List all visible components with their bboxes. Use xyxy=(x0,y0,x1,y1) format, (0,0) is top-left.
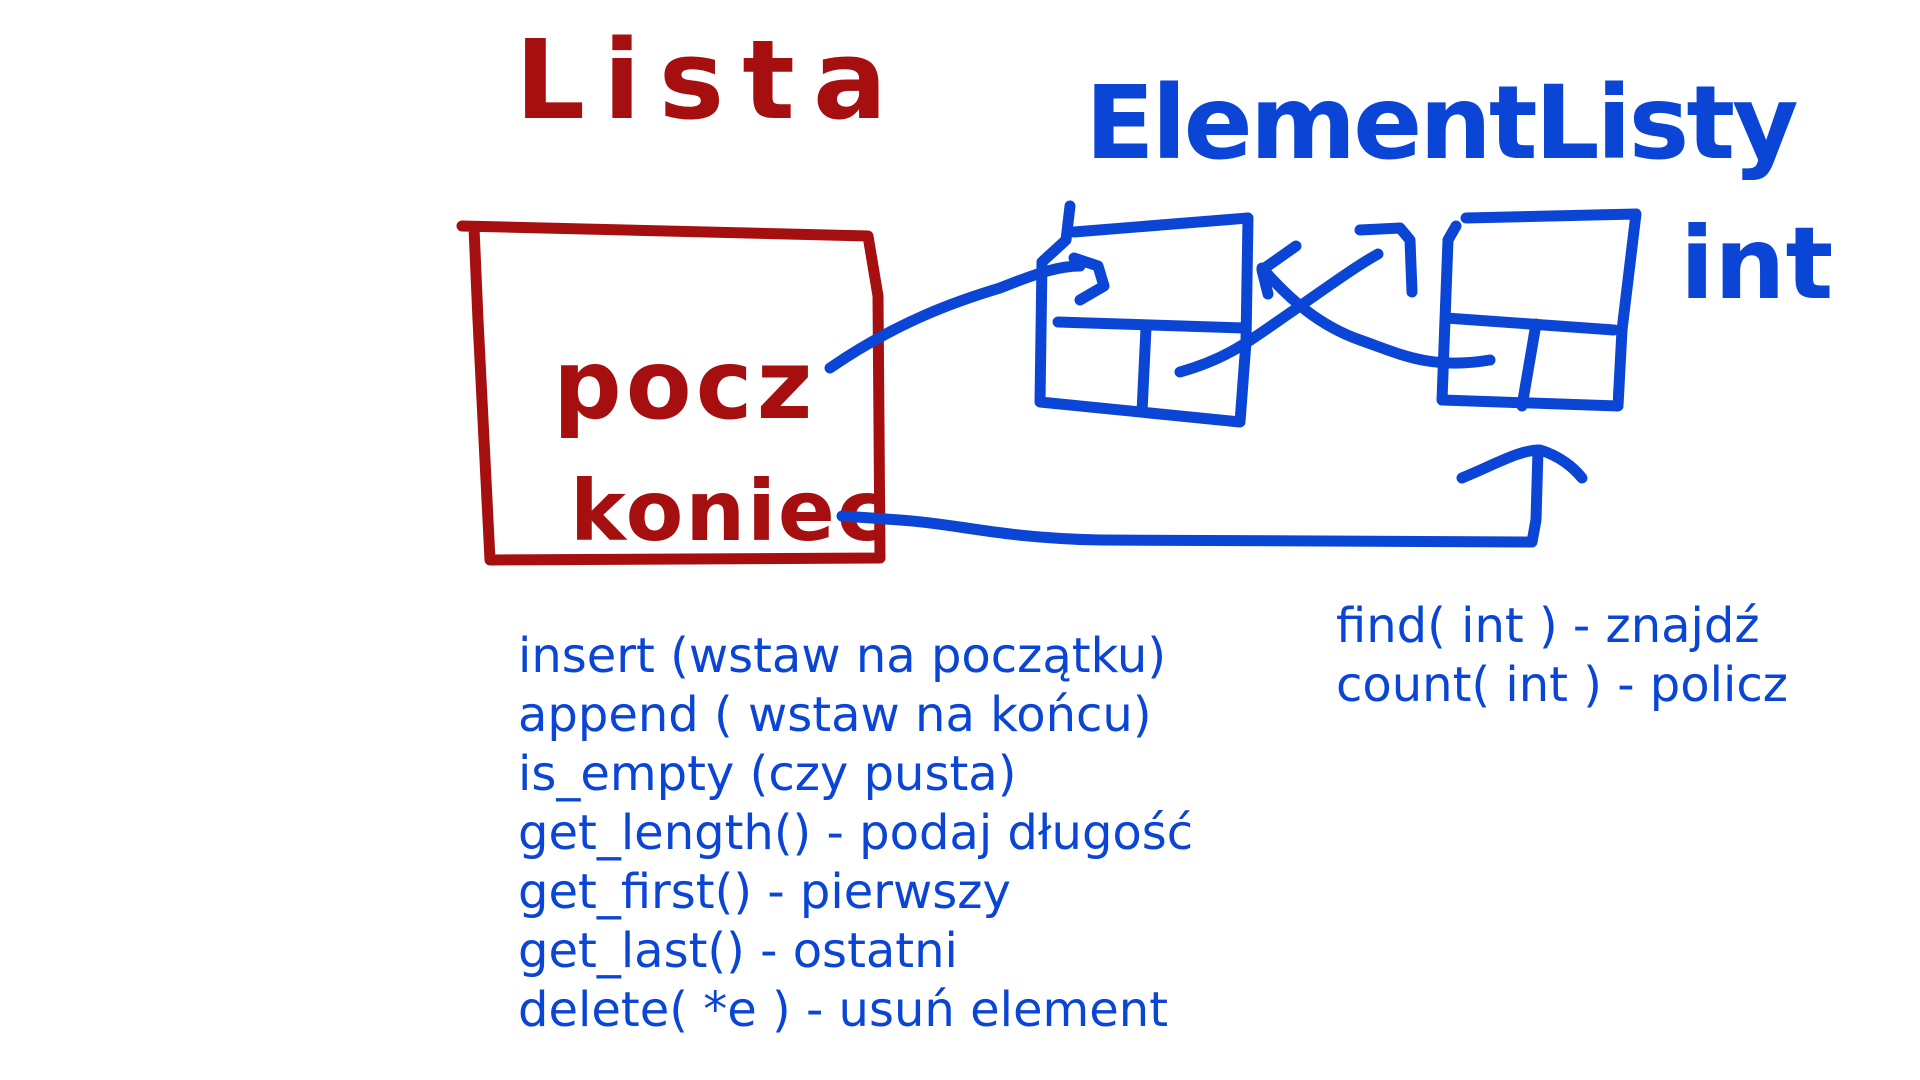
operation-insert: insert (wstaw na początku) xyxy=(518,628,1167,684)
search-operations: find( int ) - znajdź count( int ) - poli… xyxy=(1336,597,1788,715)
next-pointer-arrow xyxy=(1174,248,1384,378)
field-pocz: pocz xyxy=(553,329,816,441)
pocz-pointer-arrowhead xyxy=(1068,252,1110,306)
operation-is-empty: is_empty (czy pusta) xyxy=(518,746,1017,802)
element-node-1-partition xyxy=(1136,322,1152,418)
operation-count: count( int ) - policz xyxy=(1336,657,1788,713)
element-node-2-partition xyxy=(1516,318,1542,412)
operation-get-length: get_length() - podaj długość xyxy=(518,805,1194,861)
element-node-2 xyxy=(1436,208,1642,412)
operation-append: append ( wstaw na końcu) xyxy=(518,687,1152,743)
operation-find: find( int ) - znajdź xyxy=(1336,598,1760,654)
value-type-label: int xyxy=(1680,205,1833,322)
operation-delete: delete( *e ) - usuń element xyxy=(518,982,1169,1038)
koniec-pointer-arrowhead xyxy=(1456,444,1588,484)
element-title: ElementListy xyxy=(1085,64,1797,183)
koniec-pointer-arrow xyxy=(836,444,1544,548)
list-title: Lista xyxy=(515,16,905,144)
operation-get-first: get_first() - pierwszy xyxy=(518,864,1011,920)
list-operations: insert (wstaw na początku) append ( wsta… xyxy=(518,627,1193,1040)
operation-get-last: get_last() - ostatni xyxy=(518,923,958,979)
